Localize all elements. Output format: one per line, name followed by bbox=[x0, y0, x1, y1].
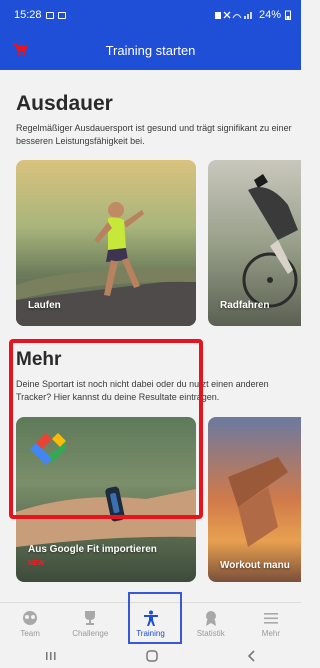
team-icon bbox=[23, 610, 38, 625]
battery-level: 24% bbox=[258, 9, 281, 21]
nav-label-team: Team bbox=[20, 628, 40, 638]
home-icon[interactable] bbox=[145, 650, 159, 662]
status-time: 15:28 bbox=[14, 9, 42, 21]
highlight-training-tab bbox=[128, 592, 182, 644]
workout-image bbox=[228, 457, 288, 547]
card-label-cycling: Radfahren bbox=[220, 300, 270, 311]
message-notification-icon bbox=[57, 11, 66, 19]
section-desc-endurance: Regelmäßiger Ausdauersport ist gesund un… bbox=[16, 123, 292, 146]
award-icon bbox=[205, 610, 216, 626]
nav-label-statistik: Statistik bbox=[196, 628, 225, 638]
nav-item-mehr[interactable]: Mehr bbox=[241, 603, 301, 644]
training-content[interactable]: Ausdauer Regelmäßiger Ausdauersport ist … bbox=[0, 70, 301, 602]
status-bar: 15:28 24% bbox=[0, 0, 301, 30]
recent-apps-icon[interactable] bbox=[44, 651, 58, 661]
card-workout-manual[interactable]: Workout manu bbox=[208, 417, 301, 582]
card-label-google-fit: Aus Google Fit importieren bbox=[28, 544, 157, 555]
battery-icon bbox=[285, 10, 291, 20]
trophy-icon bbox=[85, 610, 96, 625]
system-nav-bar bbox=[0, 644, 301, 668]
menu-icon bbox=[263, 612, 278, 624]
nav-label-challenge: Challenge bbox=[72, 628, 109, 638]
nav-item-statistik[interactable]: Statistik bbox=[181, 603, 241, 644]
card-cycling[interactable]: Radfahren bbox=[208, 160, 301, 326]
highlight-google-fit bbox=[9, 339, 203, 519]
card-label-running: Laufen bbox=[28, 300, 61, 311]
signal-icons bbox=[214, 11, 252, 19]
page-title: Training starten bbox=[105, 42, 196, 58]
nav-label-mehr: Mehr bbox=[261, 628, 281, 638]
back-icon[interactable] bbox=[247, 650, 257, 662]
status-right: 24% bbox=[214, 9, 291, 21]
card-label-workout-manual: Workout manu bbox=[220, 560, 290, 571]
card-running[interactable]: Laufen bbox=[16, 160, 196, 326]
section-title-endurance: Ausdauer bbox=[16, 92, 113, 115]
cart-icon[interactable] bbox=[12, 41, 28, 57]
new-badge: NEW bbox=[28, 560, 45, 567]
nav-item-challenge[interactable]: Challenge bbox=[60, 603, 120, 644]
status-left: 15:28 bbox=[14, 9, 66, 21]
nav-item-team[interactable]: Team bbox=[0, 603, 60, 644]
app-bar: Training starten bbox=[0, 30, 301, 70]
gallery-notification-icon bbox=[45, 11, 54, 19]
